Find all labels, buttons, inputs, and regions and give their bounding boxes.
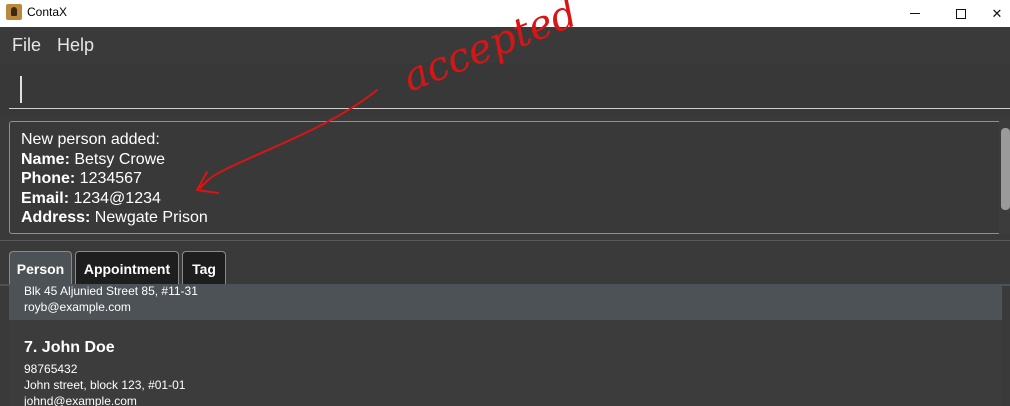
person-card[interactable]: 7. John Doe 98765432 John street, block … <box>9 320 1002 406</box>
result-message: New person added: Name: Betsy Crowe Phon… <box>21 130 208 228</box>
maximize-button[interactable] <box>938 0 984 27</box>
result-phone-value: 1234567 <box>75 170 142 187</box>
result-address-value: Newgate Prison <box>90 209 208 226</box>
result-email-label: Email: <box>21 189 70 207</box>
close-icon: ✕ <box>991 5 1003 21</box>
command-input[interactable] <box>9 71 1010 109</box>
person-email: johnd@example.com <box>24 394 137 406</box>
divider <box>0 240 1010 241</box>
result-email-value: 1234@1234 <box>69 189 161 207</box>
result-email-line: Email: 1234@1234 <box>21 189 208 209</box>
person-name: 7. John Doe <box>24 339 115 356</box>
command-box <box>0 63 1010 115</box>
result-address-label: Address: <box>21 209 91 226</box>
result-phone-line: Phone: 1234567 <box>21 169 208 189</box>
window-title: ContaX <box>27 5 68 19</box>
person-address: Blk 45 Aljunied Street 85, #11-31 <box>24 286 198 298</box>
person-phone: 98765432 <box>24 362 78 376</box>
list-scroll-gutter <box>1002 286 1010 406</box>
minimize-icon <box>910 13 920 14</box>
maximize-icon <box>956 8 966 19</box>
tab-appointment[interactable]: Appointment <box>75 251 179 285</box>
minimize-button[interactable] <box>892 0 938 27</box>
result-name-line: Name: Betsy Crowe <box>21 150 208 170</box>
text-caret <box>20 76 22 103</box>
menu-help[interactable]: Help <box>57 35 94 56</box>
result-phone-label: Phone: <box>21 170 76 187</box>
tab-person[interactable]: Person <box>9 251 72 285</box>
result-name-label: Name: <box>21 150 70 168</box>
result-display: New person added: Name: Betsy Crowe Phon… <box>9 121 1010 234</box>
person-address: John street, block 123, #01-01 <box>24 378 186 392</box>
person-list[interactable]: Blk 45 Aljunied Street 85, #11-31 royb@e… <box>9 286 1002 406</box>
menu-bar: File Help <box>0 27 1010 63</box>
tab-bar: Person Appointment Tag <box>0 245 1010 285</box>
person-card[interactable]: Blk 45 Aljunied Street 85, #11-31 royb@e… <box>9 286 1002 320</box>
result-name-value: Betsy Crowe <box>69 150 166 168</box>
title-bar: ContaX ✕ <box>0 0 1010 27</box>
result-scrollbar-thumb[interactable] <box>1001 128 1010 210</box>
app-icon <box>6 4 22 20</box>
tab-tag[interactable]: Tag <box>182 251 226 285</box>
person-email: royb@example.com <box>24 300 131 314</box>
result-intro: New person added: <box>21 131 160 148</box>
result-address-line: Address: Newgate Prison <box>21 208 208 228</box>
menu-file[interactable]: File <box>12 35 41 56</box>
close-button[interactable]: ✕ <box>984 0 1010 27</box>
